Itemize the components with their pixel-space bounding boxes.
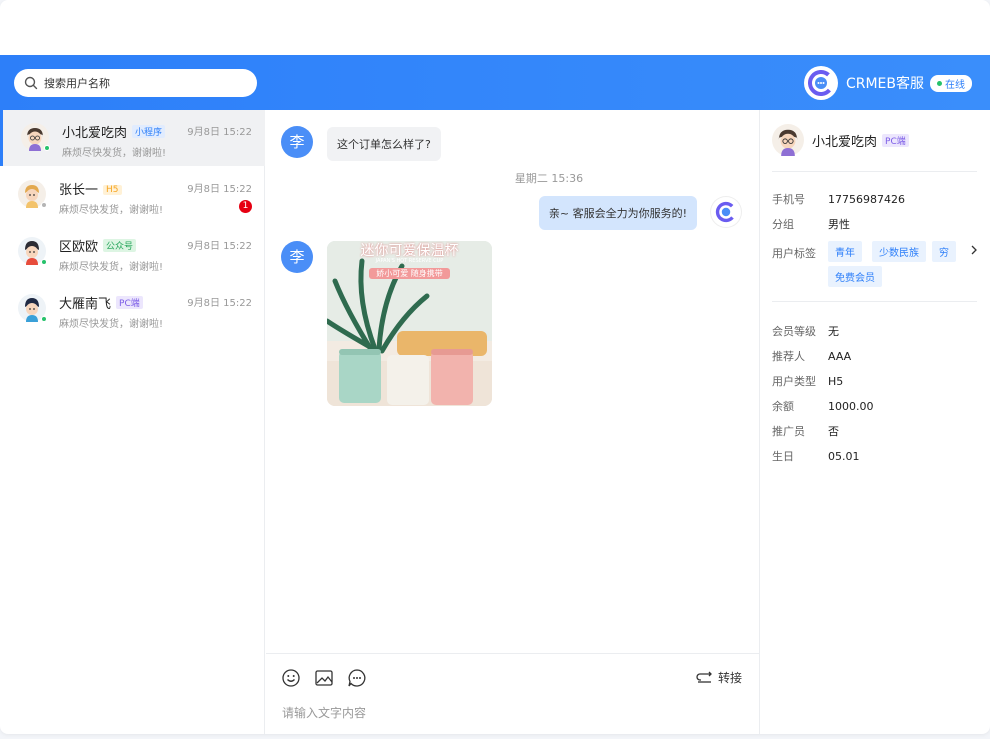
conversation-list: 小北爱吃肉 小程序 麻烦尽快发货，谢谢啦! 9月8日 15:22 张长一 H5 麻烦…	[0, 110, 265, 734]
phone-value: 17756987426	[828, 193, 905, 206]
divider	[772, 301, 977, 302]
unread-badge: 1	[239, 200, 252, 213]
quick-reply-icon[interactable]	[347, 668, 367, 688]
transfer-label: 转接	[717, 671, 742, 685]
user-tag[interactable]: 少数民族	[872, 241, 926, 262]
conversation-item[interactable]: 小北爱吃肉 小程序 麻烦尽快发货，谢谢啦! 9月8日 15:22	[0, 110, 265, 166]
offline-dot-icon	[41, 202, 47, 208]
conversation-preview: 麻烦尽快发货，谢谢啦!	[59, 205, 164, 216]
search-input[interactable]	[44, 76, 244, 90]
avatar	[18, 180, 47, 208]
customer-service-window: CRMEB客服 在线 小北爱吃肉小程序 麻烦尽快发货，谢谢啦! 9月8日 15:…	[0, 0, 990, 734]
conversation-time: 9月8日 15:22	[187, 298, 252, 309]
channel-tag: PC端	[116, 296, 143, 309]
level-value: 无	[828, 325, 839, 338]
message-bubble-incoming: 这个订单怎么样了?	[327, 127, 441, 161]
phone-label: 手机号	[772, 193, 805, 206]
transfer-icon	[696, 671, 712, 683]
channel-tag: 公众号	[103, 239, 137, 252]
crmeb-logo-icon	[803, 66, 838, 100]
conversation-name: 小北爱吃肉	[62, 126, 128, 141]
conversation-time: 9月8日 15:22	[187, 184, 252, 195]
channel-tag: H5	[103, 185, 122, 195]
profile-header: 小北爱吃肉 PC端	[772, 124, 909, 156]
type-label: 用户类型	[772, 375, 816, 388]
chat-panel: 李 这个订单怎么样了? 星期二 15:36 亲~ 客服会全力为你服务的! 李 迷…	[266, 110, 759, 734]
channel-tag: PC端	[882, 133, 909, 147]
group-value: 男性	[828, 218, 850, 231]
type-row: 用户类型 H5	[772, 373, 843, 389]
conversation-time: 9月8日 15:22	[187, 241, 252, 252]
group-row: 分组 男性	[772, 216, 850, 232]
online-dot-icon	[937, 80, 942, 86]
tags-label: 用户标签	[772, 247, 816, 260]
group-label: 分组	[772, 218, 794, 231]
phone-row: 手机号 17756987426	[772, 191, 905, 207]
level-label: 会员等级	[772, 325, 816, 338]
conversation-item[interactable]: 区欧欧 公众号 麻烦尽快发货，谢谢啦! 9月8日 15:22	[0, 224, 265, 280]
input-area: 转接	[266, 653, 759, 734]
balance-value: 1000.00	[828, 400, 874, 413]
tags-row: 用户标签	[772, 245, 828, 261]
birthday-row: 生日 05.01	[772, 448, 860, 464]
top-bar: CRMEB客服 在线	[0, 55, 990, 110]
user-avatar: 李	[281, 126, 313, 158]
avatar	[18, 237, 47, 265]
conversation-name: 大雁南飞	[59, 297, 112, 312]
online-dot-icon	[41, 259, 47, 265]
conversation-name: 张长一	[59, 183, 99, 198]
referrer-value: AAA	[828, 350, 852, 363]
promoter-value: 否	[828, 425, 839, 438]
promoter-row: 推广员 否	[772, 423, 839, 439]
online-dot-icon	[41, 316, 47, 322]
balance-label: 余额	[772, 400, 794, 413]
user-avatar: 李	[281, 241, 313, 273]
message-timestamp: 星期二 15:36	[514, 172, 584, 185]
emoji-icon[interactable]	[281, 668, 301, 688]
profile-name: 小北爱吃肉	[812, 134, 878, 150]
user-tag[interactable]: 青年	[828, 241, 862, 262]
message-input[interactable]	[282, 706, 742, 720]
avatar	[18, 294, 47, 322]
promoter-label: 推广员	[772, 425, 805, 438]
message-bubble-outgoing: 亲~ 客服会全力为你服务的!	[538, 196, 697, 230]
type-value: H5	[828, 375, 844, 388]
image-subtitle: JAPAN'S HOT RESERVE CUP	[375, 258, 444, 264]
conversation-preview: 麻烦尽快发货，谢谢啦!	[62, 148, 167, 159]
conversation-time: 9月8日 15:22	[187, 127, 252, 138]
conversation-preview: 麻烦尽快发货，谢谢啦!	[59, 319, 164, 330]
chevron-right-icon[interactable]	[970, 244, 978, 256]
image-tag: 娇小可爱 随身携带	[369, 268, 450, 279]
crmeb-logo-icon	[715, 201, 737, 223]
thermos-cups-image	[327, 241, 492, 406]
conversation-name: 区欧欧	[59, 240, 99, 255]
conversation-item[interactable]: 大雁南飞 PC端 麻烦尽快发货，谢谢啦! 9月8日 15:22	[0, 281, 265, 337]
online-status-badge[interactable]: 在线	[930, 74, 972, 92]
agent-avatar	[711, 197, 741, 227]
online-dot-icon	[44, 145, 50, 151]
transfer-button[interactable]: 转接	[695, 669, 742, 686]
search-icon	[24, 76, 38, 90]
online-status-label: 在线	[945, 79, 965, 91]
level-row: 会员等级无	[772, 323, 839, 339]
conversation-item[interactable]: 张长一 H5 麻烦尽快发货，谢谢啦! 9月8日 15:22 1	[0, 167, 265, 223]
avatar	[772, 124, 804, 156]
product-image-message[interactable]: 迷你可爱保温杯 JAPAN'S HOT RESERVE CUP 娇小可爱 随身携…	[327, 241, 492, 406]
birthday-value: 05.01	[828, 450, 860, 463]
user-tag[interactable]: 穷	[932, 241, 956, 262]
agent-name: CRMEB客服	[845, 76, 924, 92]
conversation-preview: 麻烦尽快发货，谢谢啦!	[59, 262, 164, 273]
birthday-label: 生日	[772, 450, 794, 463]
avatar	[21, 123, 50, 151]
agent-info: CRMEB客服 在线	[803, 66, 972, 100]
divider	[772, 171, 977, 172]
channel-tag: 小程序	[132, 125, 166, 138]
image-icon[interactable]	[314, 668, 334, 688]
balance-row: 余额 1000.00	[772, 398, 874, 414]
user-tag[interactable]: 免费会员	[828, 266, 882, 287]
referrer-label: 推荐人	[772, 350, 805, 363]
search-box[interactable]	[14, 69, 257, 97]
referrer-row: 推荐人 AAA	[772, 348, 851, 364]
user-profile-panel: 小北爱吃肉 PC端 手机号 17756987426 分组 男性 用户标签 青年 少数…	[759, 110, 990, 734]
